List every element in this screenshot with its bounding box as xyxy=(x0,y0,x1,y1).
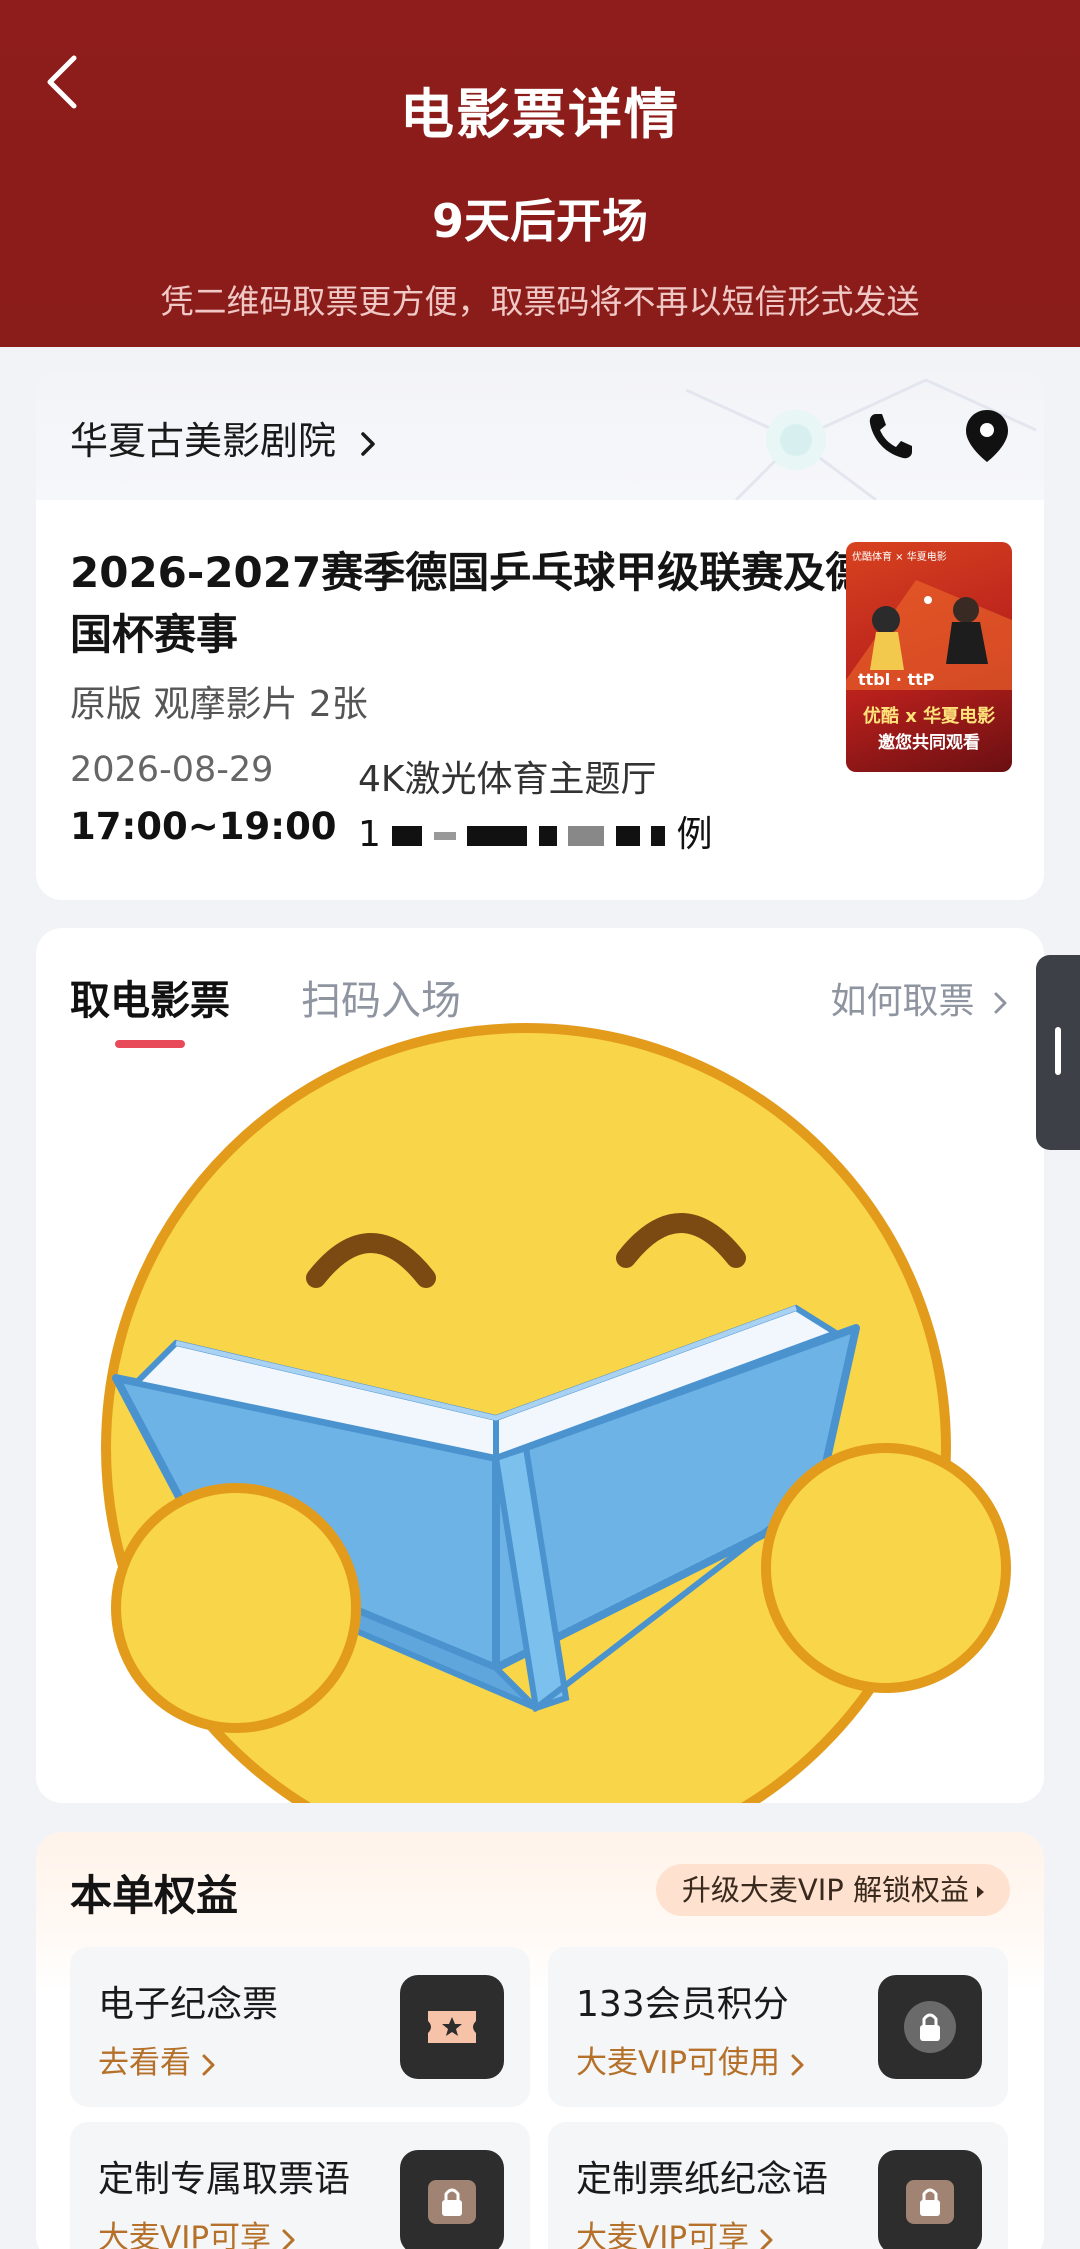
benefits-title: 本单权益 xyxy=(70,1871,239,1920)
benefit-title: 电子纪念票 xyxy=(98,1984,279,2025)
ticket-card: 取电影票 扫码入场 如何取票 xyxy=(36,928,1044,1803)
cinema-name: 华夏古美影剧院 xyxy=(70,419,337,463)
seat-redaction xyxy=(392,814,666,855)
benefit-e-souvenir-ticket[interactable]: 电子纪念票 去看看 xyxy=(70,1947,530,2107)
movie-version: 原版 观摩影片 2张 xyxy=(70,684,368,725)
show-date: 2026-08-29 xyxy=(70,750,274,790)
chevron-right-icon xyxy=(202,2054,215,2075)
benefit-link: 大麦VIP可享 xyxy=(576,2212,775,2249)
benefit-title: 133会员积分 xyxy=(576,1984,789,2025)
upgrade-vip-label: 升级大麦VIP 解锁权益 xyxy=(681,1873,969,1907)
emoji-reading-icon xyxy=(101,1023,1011,1803)
seat-suffix: 例 xyxy=(676,814,713,855)
chevron-right-icon xyxy=(282,2229,295,2249)
movie-info[interactable]: 2026-2027赛季德国乒乓球甲级联赛及德国杯赛事 原版 观摩影片 2张 20… xyxy=(36,500,1044,900)
benefit-member-points[interactable]: 133会员积分 大麦VIP可使用 xyxy=(548,1947,1008,2107)
triangle-right-icon xyxy=(977,1886,984,1898)
benefit-link: 大麦VIP可使用 xyxy=(576,2037,806,2082)
show-time: 17:00~19:00 xyxy=(70,805,337,848)
benefit-title: 定制专属取票语 xyxy=(98,2159,351,2200)
nav-bar: 电影票详情 xyxy=(0,30,1080,146)
lock-icon xyxy=(878,1975,982,2079)
benefit-custom-pickup-phrase[interactable]: 定制专属取票语 大麦VIP可享 xyxy=(70,2122,530,2249)
page-title: 电影票详情 xyxy=(400,83,680,146)
chevron-right-icon xyxy=(361,431,375,456)
poster-logo: ttbl · ttP xyxy=(858,670,935,689)
upgrade-vip-button[interactable]: 升级大麦VIP 解锁权益 xyxy=(655,1864,1010,1916)
movie-title: 2026-2027赛季德国乒乓球甲级联赛及德国杯赛事 xyxy=(70,548,868,659)
countdown-text: 9天后开场 xyxy=(431,194,648,248)
benefit-link: 大麦VIP可享 xyxy=(98,2212,297,2249)
benefit-link: 去看看 xyxy=(98,2037,217,2082)
benefits-section: 本单权益 升级大麦VIP 解锁权益 电子纪念票 去看看 133会员积分 大麦VI… xyxy=(36,1832,1044,2249)
phone-icon[interactable] xyxy=(866,410,914,462)
ticket-star-icon xyxy=(400,1975,504,2079)
poster-brand: 优酷 x 华夏电影 xyxy=(862,706,996,727)
pickup-notice: 凭二维码取票更方便，取票码将不再以短信形式发送 xyxy=(160,282,920,321)
hall-name: 4K激光体育主题厅 xyxy=(358,759,657,800)
chevron-right-icon xyxy=(760,2229,773,2249)
lock-icon xyxy=(878,2150,982,2249)
cinema-name-link[interactable]: 华夏古美影剧院 xyxy=(70,410,378,465)
location-icon[interactable] xyxy=(962,408,1012,464)
cinema-row: 华夏古美影剧院 xyxy=(36,370,1044,500)
seat-prefix: 1 xyxy=(358,814,381,855)
benefit-title: 定制票纸纪念语 xyxy=(576,2159,829,2200)
chevron-right-icon xyxy=(791,2054,804,2075)
movie-poster: 优酷体育 × 华夏电影 ttbl · ttP 优酷 x 华夏电影 邀您共同观看 xyxy=(846,542,1012,772)
cinema-card: 华夏古美影剧院 2026-2027赛季德国乒乓球甲级联赛及德国杯赛事 原版 观摩… xyxy=(36,370,1044,900)
side-drawer-handle[interactable] xyxy=(1036,955,1080,1150)
lock-icon xyxy=(400,2150,504,2249)
seat-info-redacted: 1 例 xyxy=(358,805,713,857)
poster-sub: 邀您共同观看 xyxy=(878,733,980,753)
benefit-custom-ticket-message[interactable]: 定制票纸纪念语 大麦VIP可享 xyxy=(548,2122,1008,2249)
